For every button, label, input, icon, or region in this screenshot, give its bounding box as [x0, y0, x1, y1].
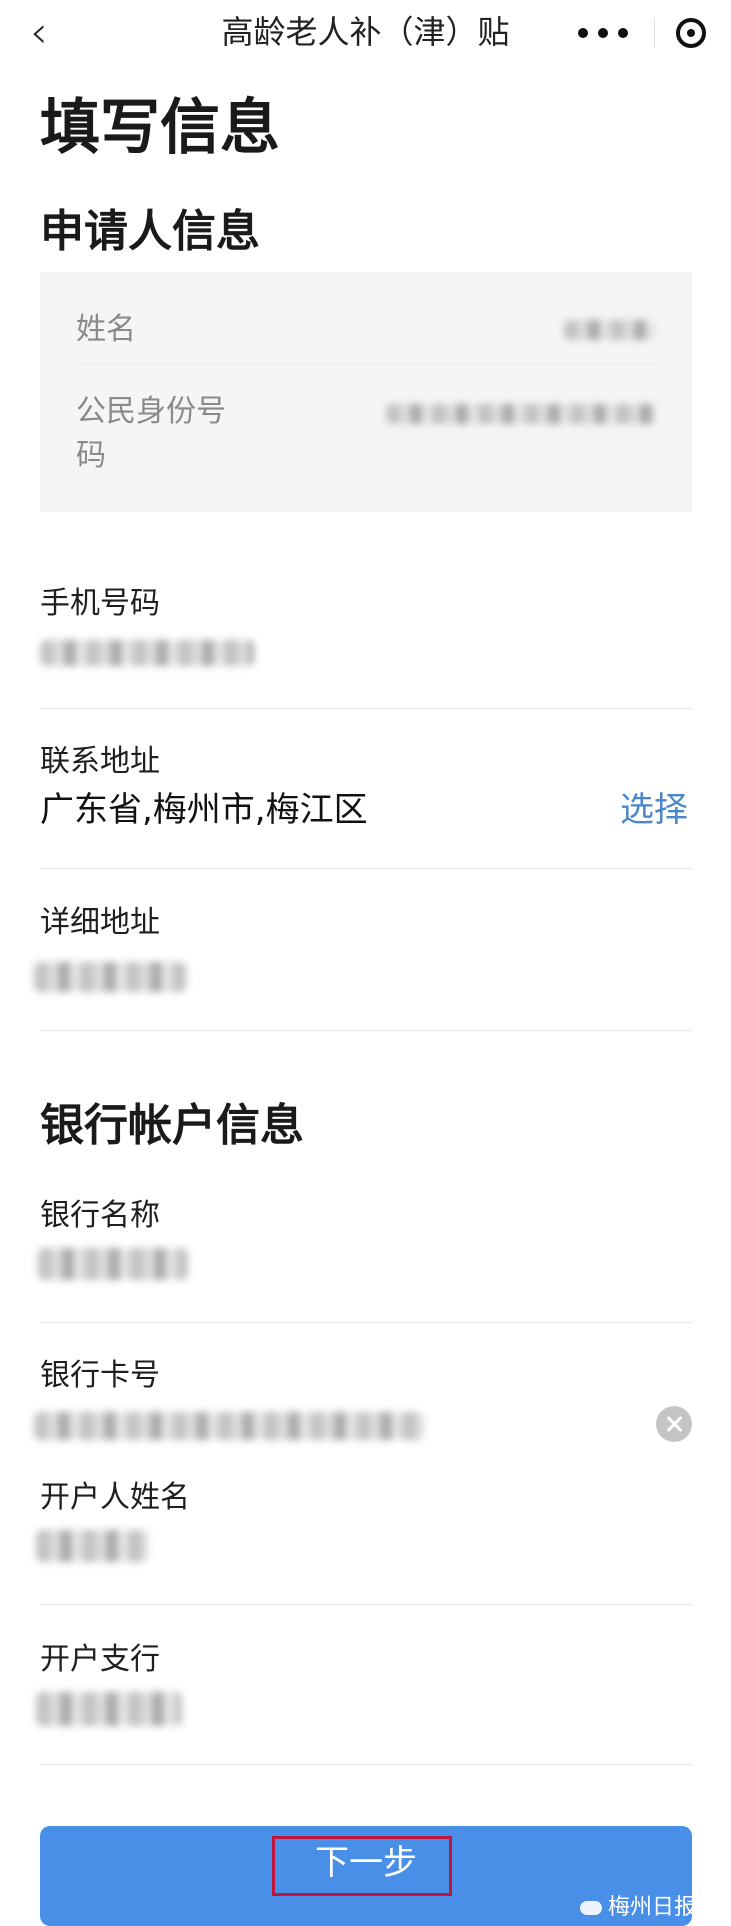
next-button-label: 下一步 — [315, 1843, 417, 1883]
card-number-label: 银行卡号 — [40, 1358, 160, 1393]
bank-section-title: 银行帐户信息 — [40, 1100, 304, 1151]
branch-divider — [40, 1764, 692, 1765]
card-number-redacted[interactable] — [34, 1412, 424, 1440]
more-dots-icon[interactable] — [578, 6, 628, 60]
address-divider — [40, 868, 692, 869]
watermark-text: 梅州日报 — [608, 1895, 697, 1920]
bank-name-divider — [40, 1322, 692, 1323]
id-label-line2: 码 — [76, 438, 106, 473]
address-value[interactable]: 广东省,梅州市,梅江区 — [40, 788, 368, 832]
bank-name-label: 银行名称 — [40, 1198, 160, 1233]
id-number-redacted — [386, 404, 656, 424]
page-title: 填写信息 — [40, 93, 280, 163]
detail-address-redacted[interactable] — [34, 962, 186, 992]
name-value-redacted — [564, 320, 656, 340]
id-label-line1: 公民身份号 — [76, 394, 226, 429]
detail-address-divider — [40, 1030, 692, 1031]
phone-label: 手机号码 — [40, 586, 160, 621]
holder-name-label: 开户人姓名 — [40, 1480, 190, 1515]
applicant-section-title: 申请人信息 — [40, 206, 260, 257]
bank-name-redacted[interactable] — [38, 1248, 188, 1280]
mini-program-capsule — [558, 6, 724, 60]
target-icon[interactable] — [676, 18, 706, 48]
capsule-divider — [654, 18, 655, 48]
clear-icon[interactable] — [656, 1406, 692, 1442]
nav-bar: ‹ 高龄老人补（津）贴 — [0, 0, 731, 66]
detail-address-label: 详细地址 — [40, 905, 160, 940]
holder-name-divider — [40, 1604, 692, 1605]
branch-label: 开户支行 — [40, 1642, 160, 1677]
phone-divider — [40, 708, 692, 709]
holder-name-redacted[interactable] — [36, 1530, 148, 1562]
address-label: 联系地址 — [40, 744, 160, 779]
applicant-row-divider — [76, 364, 656, 365]
applicant-info-box: 姓名 公民身份号 码 — [40, 272, 692, 512]
watermark: 梅州日报 — [580, 1895, 697, 1920]
name-label: 姓名 — [76, 312, 136, 347]
wechat-icon — [580, 1900, 602, 1915]
address-select-link[interactable]: 选择 — [620, 788, 688, 832]
branch-redacted[interactable] — [36, 1692, 182, 1726]
phone-value-redacted[interactable] — [40, 640, 254, 666]
